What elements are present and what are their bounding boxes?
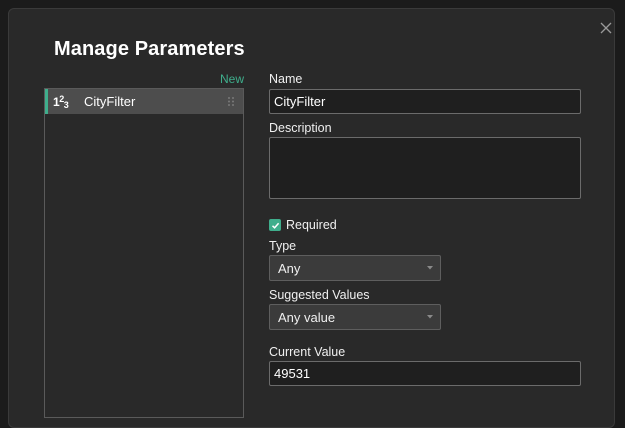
current-value-field[interactable] [269, 361, 581, 386]
type-select[interactable]: Any [269, 255, 441, 281]
close-button[interactable] [594, 16, 618, 40]
drag-handle-icon[interactable] [227, 96, 235, 107]
description-label: Description [269, 121, 332, 135]
number-type-icon: 123 [53, 93, 69, 110]
suggested-values-select[interactable]: Any value [269, 304, 441, 330]
close-icon [600, 22, 612, 34]
type-select-value: Any [278, 260, 301, 276]
description-field[interactable] [269, 137, 581, 199]
parameter-list-item-label: CityFilter [84, 94, 136, 109]
dialog-title: Manage Parameters [54, 38, 245, 60]
required-checkbox[interactable] [269, 219, 281, 231]
chevron-down-icon [427, 266, 433, 270]
checkmark-icon [271, 222, 279, 229]
parameter-list-item[interactable]: 123 CityFilter [45, 89, 243, 114]
required-checkbox-row[interactable]: Required [269, 218, 337, 232]
name-label: Name [269, 72, 303, 86]
current-value-label: Current Value [269, 345, 346, 359]
chevron-down-icon [427, 315, 433, 319]
new-parameter-link[interactable]: New [214, 72, 244, 86]
required-label: Required [286, 218, 337, 232]
parameter-list: 123 CityFilter [44, 88, 244, 418]
type-label: Type [269, 239, 297, 253]
suggested-values-select-value: Any value [278, 309, 336, 325]
name-field[interactable] [269, 89, 581, 114]
suggested-values-label: Suggested Values [269, 288, 370, 302]
